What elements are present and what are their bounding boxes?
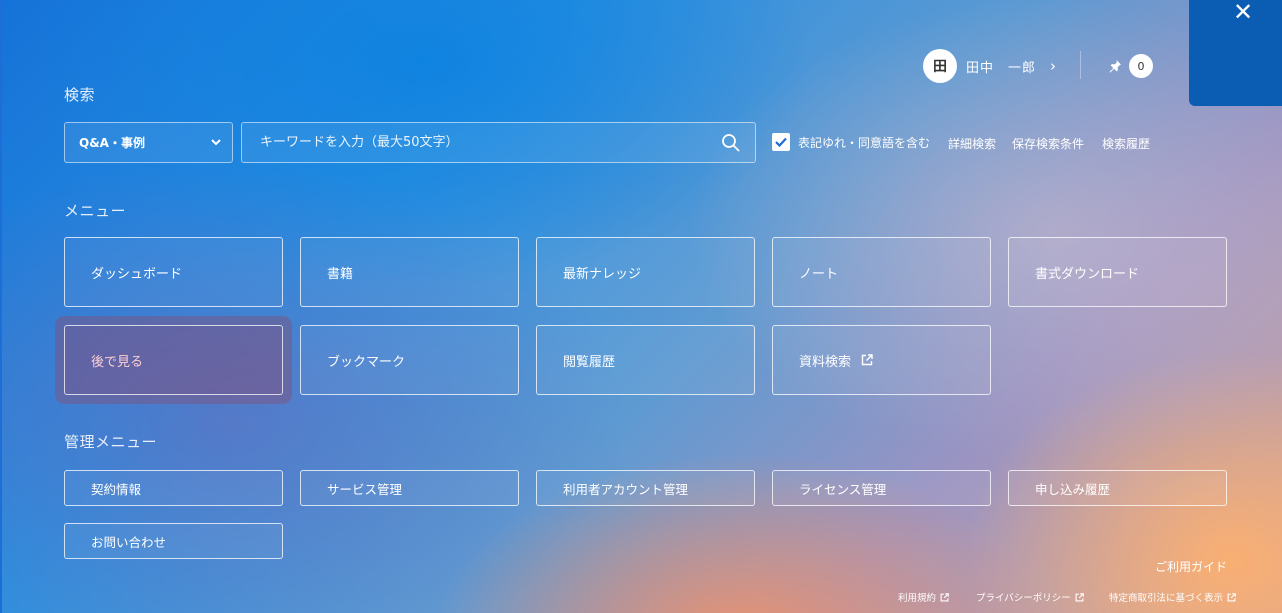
privacy-policy-link[interactable]: プライバシーポリシー: [976, 590, 1084, 604]
chevron-down-icon: [211, 139, 221, 146]
menu-bookmarks[interactable]: ブックマーク: [300, 325, 519, 395]
category-select[interactable]: Q&A・事例: [64, 122, 233, 163]
admin-item-label: 申し込み履歴: [1035, 481, 1111, 497]
menu-document-search[interactable]: 資料検索: [772, 325, 991, 395]
synonym-checkbox[interactable]: 表記ゆれ・同意語を含む: [772, 133, 930, 151]
menu-item-label: 書籍: [327, 266, 354, 282]
chevron-right-icon: ›: [1050, 57, 1057, 75]
close-icon[interactable]: ✕: [1230, 0, 1256, 24]
search-history-link[interactable]: 検索履歴: [1102, 135, 1150, 152]
admin-service-management[interactable]: サービス管理: [300, 470, 519, 506]
admin-item-label: お問い合わせ: [91, 534, 167, 550]
search-section-label: 検索: [64, 86, 96, 104]
menu-item-label: 閲覧履歴: [563, 354, 616, 370]
admin-menu-section-label: 管理メニュー: [64, 433, 158, 451]
menu-item-label: 最新ナレッジ: [563, 266, 642, 282]
saved-search-link[interactable]: 保存検索条件: [1012, 135, 1084, 152]
checkbox[interactable]: [772, 133, 790, 151]
category-select-value: Q&A・事例: [79, 136, 145, 150]
advanced-search-link[interactable]: 詳細検索: [948, 135, 996, 152]
search-icon[interactable]: [721, 133, 741, 153]
user-name: 田中 一郎: [966, 60, 1037, 76]
menu-notes[interactable]: ノート: [772, 237, 991, 307]
header-divider: [1080, 51, 1081, 79]
external-link-icon: [861, 354, 873, 366]
commercial-transactions-link[interactable]: 特定商取引法に基づく表示: [1109, 590, 1236, 604]
menu-watch-later[interactable]: 後で見る: [64, 325, 283, 395]
menu-section-label: メニュー: [64, 202, 127, 220]
user-menu[interactable]: 田 田中 一郎 ›: [923, 49, 1056, 83]
admin-application-history[interactable]: 申し込み履歴: [1008, 470, 1227, 506]
external-link-icon: [1227, 592, 1236, 601]
admin-contact[interactable]: お問い合わせ: [64, 523, 283, 559]
admin-item-label: 利用者アカウント管理: [563, 481, 689, 497]
menu-item-label: ブックマーク: [327, 354, 406, 370]
admin-item-label: 契約情報: [91, 481, 142, 497]
footer-link-label: 利用規約: [898, 593, 937, 604]
menu-latest-knowledge[interactable]: 最新ナレッジ: [536, 237, 755, 307]
search-input[interactable]: [241, 122, 756, 163]
notification-count: 0: [1129, 54, 1153, 78]
notifications-button[interactable]: 0: [1108, 54, 1153, 78]
admin-item-label: ライセンス管理: [799, 481, 887, 497]
menu-item-label: ダッシュボード: [91, 266, 183, 282]
menu-item-label: 資料検索: [799, 354, 852, 370]
menu-form-download[interactable]: 書式ダウンロード: [1008, 237, 1227, 307]
admin-user-account-management[interactable]: 利用者アカウント管理: [536, 470, 755, 506]
footer-link-label: 特定商取引法に基づく表示: [1109, 593, 1224, 604]
menu-item-label: ノート: [799, 266, 839, 282]
admin-license-management[interactable]: ライセンス管理: [772, 470, 991, 506]
admin-item-label: サービス管理: [327, 481, 403, 497]
terms-link[interactable]: 利用規約: [898, 590, 949, 604]
admin-contract-info[interactable]: 契約情報: [64, 470, 283, 506]
external-link-icon: [1075, 592, 1084, 601]
checkbox-label: 表記ゆれ・同意語を含む: [798, 135, 931, 150]
menu-view-history[interactable]: 閲覧履歴: [536, 325, 755, 395]
avatar: 田: [923, 49, 957, 83]
pin-icon: [1109, 60, 1121, 73]
menu-item-label: 後で見る: [91, 354, 144, 370]
footer-link-label: プライバシーポリシー: [976, 593, 1071, 604]
menu-item-label: 書式ダウンロード: [1035, 266, 1140, 282]
user-guide-link[interactable]: ご利用ガイド: [1155, 558, 1227, 575]
menu-overlay: ✕ 田 田中 一郎 › 0 検索 Q&A・事例 表記ゆれ・同意語を含む 詳細検索…: [0, 0, 1282, 613]
check-icon: [775, 137, 787, 148]
external-link-icon: [940, 592, 949, 601]
menu-books[interactable]: 書籍: [300, 237, 519, 307]
menu-dashboard[interactable]: ダッシュボード: [64, 237, 283, 307]
